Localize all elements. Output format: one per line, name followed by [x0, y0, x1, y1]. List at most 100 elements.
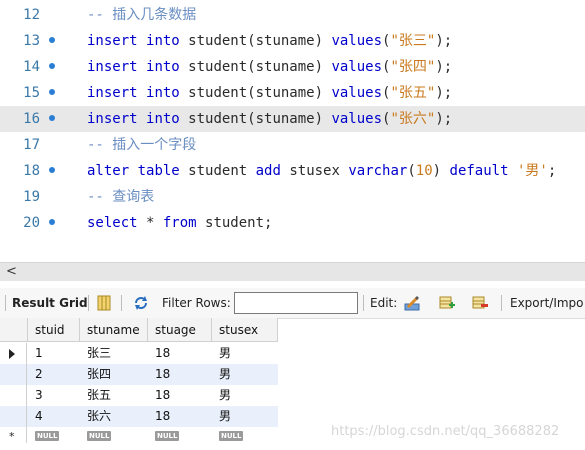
editor-horizontal-scrollbar[interactable]: < [0, 262, 585, 281]
cell-stuname[interactable]: 张三 [80, 343, 111, 364]
add-row-icon[interactable] [439, 295, 455, 311]
cell-stuid[interactable]: NULL [28, 427, 60, 441]
code-token-comment: -- 查询表 [87, 189, 155, 205]
column-header-stuid[interactable]: stuid [28, 318, 80, 342]
toolbar-separator [501, 295, 502, 311]
cell-stuid[interactable]: 3 [28, 385, 43, 406]
null-badge: NULL [35, 431, 60, 441]
code-token-comment: -- 插入几条数据 [87, 7, 197, 23]
code-token-plain: ; [547, 163, 557, 179]
new-row[interactable]: * NULL NULL NULL NULL [0, 427, 278, 443]
code-token-keyword: insert [87, 111, 138, 127]
sql-workbench: 12 -- 插入几条数据 13 insert into student(stuname… [0, 0, 585, 450]
row-selector[interactable] [0, 385, 27, 406]
code-token-plain: student(stuname) [179, 111, 332, 127]
code-token-plain: * [137, 215, 163, 231]
statement-marker-icon[interactable] [49, 219, 55, 225]
cell-stuid[interactable]: 1 [28, 343, 43, 364]
watermark-text: https://blog.csdn.net/qq_36688282 [331, 424, 560, 439]
cell-stuage[interactable]: 18 [148, 406, 170, 427]
table-row[interactable]: 1 张三 18 男 [0, 343, 278, 364]
cell-stusex[interactable]: 男 [212, 343, 231, 364]
cell-stuage[interactable]: 18 [148, 364, 170, 385]
code-token-keyword: into [146, 59, 180, 75]
code-text[interactable]: -- 插入几条数据 [87, 2, 196, 28]
column-header-stuname[interactable]: stuname [80, 318, 148, 342]
column-header-stuage[interactable]: stuage [148, 318, 212, 342]
row-selector[interactable] [0, 343, 27, 364]
code-text[interactable]: -- 插入一个字段 [87, 132, 196, 158]
scroll-left-arrow-icon[interactable]: < [6, 264, 17, 280]
cell-stuage[interactable]: 18 [148, 385, 170, 406]
statement-marker-icon[interactable] [49, 63, 55, 69]
cell-stusex[interactable]: 男 [212, 385, 231, 406]
toolbar-separator [121, 295, 122, 311]
code-line[interactable]: 16 insert into student(stuname) values("张… [0, 106, 585, 132]
delete-row-icon[interactable] [472, 295, 488, 311]
row-selector[interactable]: * [0, 427, 27, 443]
code-line[interactable]: 12 -- 插入几条数据 [0, 2, 585, 28]
cell-stuage[interactable]: 18 [148, 343, 170, 364]
statement-marker-icon[interactable] [49, 115, 55, 121]
cell-stuage[interactable]: NULL [148, 427, 180, 441]
code-line[interactable]: 15 insert into student(stuname) values("张… [0, 80, 585, 106]
result-grid-tab[interactable]: Result Grid [12, 288, 88, 318]
toolbar-separator [88, 295, 89, 311]
code-text[interactable]: insert into student(stuname) values("张三"… [87, 28, 452, 54]
sql-editor[interactable]: 12 -- 插入几条数据 13 insert into student(stuname… [0, 0, 585, 250]
grid-view-icon[interactable] [96, 295, 112, 311]
cell-stuid[interactable]: 2 [28, 364, 43, 385]
row-selector[interactable] [0, 406, 27, 427]
code-token-plain: ); [435, 111, 453, 127]
refresh-icon[interactable] [133, 295, 149, 311]
code-text[interactable]: insert into student(stuname) values("张四"… [87, 54, 452, 80]
cell-stusex[interactable]: 男 [212, 364, 231, 385]
cell-stuid[interactable]: 4 [28, 406, 43, 427]
edit-row-icon[interactable] [404, 295, 420, 311]
cell-stuname[interactable]: NULL [80, 427, 112, 441]
code-token-keyword: values [331, 59, 383, 75]
code-token-plain: student; [196, 215, 273, 231]
statement-marker-icon[interactable] [49, 89, 55, 95]
code-text[interactable]: -- 查询表 [87, 184, 154, 210]
table-row[interactable]: 4 张六 18 男 [0, 406, 278, 427]
cell-stusex[interactable]: NULL [212, 427, 244, 441]
cell-stuname[interactable]: 张四 [80, 364, 111, 385]
code-token-keyword: into [146, 111, 180, 127]
toolbar-separator [363, 295, 364, 311]
code-line[interactable]: 18 alter table student add stusex varchar… [0, 158, 585, 184]
cell-stuname[interactable]: 张六 [80, 406, 111, 427]
table-row[interactable]: 2 张四 18 男 [0, 364, 278, 385]
code-line[interactable]: 14 insert into student(stuname) values("张… [0, 54, 585, 80]
column-header-stusex[interactable]: stusex [212, 318, 278, 342]
code-line[interactable]: 13 insert into student(stuname) values("张… [0, 28, 585, 54]
current-row-arrow-icon [9, 349, 15, 359]
export-import-button[interactable]: Export/Impo [510, 288, 584, 318]
statement-marker-icon[interactable] [49, 37, 55, 43]
code-token-keyword: values [331, 111, 383, 127]
code-text[interactable]: insert into student(stuname) values("张五"… [87, 80, 452, 106]
row-selector[interactable] [0, 364, 27, 385]
code-text[interactable]: alter table student add stusex varchar(1… [87, 158, 556, 184]
filter-rows-input[interactable] [234, 292, 358, 314]
line-number: 16 [23, 111, 40, 127]
code-token-plain: ) [432, 163, 450, 179]
cell-stusex[interactable]: 男 [212, 406, 231, 427]
code-token-keyword: values [331, 85, 383, 101]
code-text[interactable]: select * from student; [87, 210, 272, 236]
table-row[interactable]: 3 张五 18 男 [0, 385, 278, 406]
code-line[interactable]: 17 -- 插入一个字段 [0, 132, 585, 158]
cell-stuname[interactable]: 张五 [80, 385, 111, 406]
line-number: 19 [23, 189, 40, 205]
statement-marker-icon[interactable] [49, 167, 55, 173]
code-token-num: 10 [415, 163, 433, 179]
code-token-comment: -- 插入一个字段 [87, 137, 197, 153]
line-number: 15 [23, 85, 40, 101]
code-text[interactable]: insert into student(stuname) values("张六"… [87, 106, 452, 132]
code-line[interactable]: 19 -- 查询表 [0, 184, 585, 210]
code-line[interactable]: 20 select * from student; [0, 210, 585, 236]
null-badge: NULL [219, 431, 244, 441]
